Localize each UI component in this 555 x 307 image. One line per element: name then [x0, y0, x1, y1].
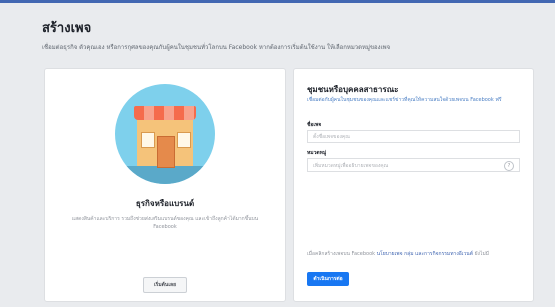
community-description: เชื่อมต่อกับผู้คนในชุมชนของคุณและแชร์ข่า…: [307, 97, 502, 103]
shop-window-right: [177, 132, 191, 148]
shop-window-left: [141, 132, 155, 148]
category-placeholder: เพิ่มหมวดหมู่เพื่ออธิบายเพจของคุณ: [313, 163, 389, 169]
terms-prefix: เมื่อคลิกสร้างเพจบน Facebook: [307, 251, 376, 257]
page-name-label: ชื่อเพจ: [307, 122, 322, 128]
business-title: ธุรกิจหรือแบรนด์: [135, 199, 195, 208]
terms-link[interactable]: นโยบายเพจ กลุ่ม และการกิจกรรมทางอีเวนต์: [377, 251, 473, 257]
business-description: แสดงสินค้าและบริการ รวมถึงช่วยส่งเสริมแบ…: [71, 216, 259, 230]
community-card[interactable]: ชุมชนหรือบุคคลสาธารณะ เชื่อมต่อกับผู้คนใ…: [293, 68, 534, 302]
page-name-input[interactable]: ตั้งชื่อเพจของคุณ: [307, 130, 520, 143]
business-get-started-button[interactable]: เริ่มต้นเลย: [143, 277, 187, 293]
page-subtitle: เชื่อมต่อธุรกิจ ตัวคุณเอง หรือการกุศลของ…: [42, 44, 391, 51]
terms-text: เมื่อคลิกสร้างเพจบน Facebook นโยบายเพจ ก…: [307, 251, 522, 258]
category-input[interactable]: เพิ่มหมวดหมู่เพื่ออธิบายเพจของคุณ ?: [307, 158, 520, 172]
community-title: ชุมชนหรือบุคคลสาธารณะ: [307, 85, 399, 94]
category-label: หมวดหมู่: [307, 150, 327, 156]
business-card[interactable]: ธุรกิจหรือแบรนด์ แสดงสินค้าและบริการ รวม…: [44, 68, 286, 302]
shop-illustration: [115, 84, 215, 184]
shop-awning: [134, 106, 196, 120]
shop-door: [157, 136, 175, 168]
page-title: สร้างเพจ: [42, 21, 92, 36]
community-continue-button[interactable]: ดำเนินการต่อ: [307, 272, 349, 286]
top-bar: [0, 0, 555, 3]
help-icon[interactable]: ?: [504, 161, 514, 171]
ground: [115, 166, 215, 184]
terms-suffix: ยังไม่มี: [474, 251, 490, 257]
